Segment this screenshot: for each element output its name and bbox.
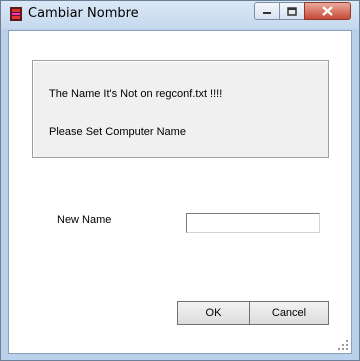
minimize-icon (263, 12, 271, 14)
minimize-button[interactable] (254, 2, 280, 20)
ok-button[interactable]: OK (177, 301, 250, 325)
window-title: Cambiar Nombre (28, 6, 139, 21)
dialog-client-area: The Name It's Not on regconf.txt !!!! Pl… (8, 30, 352, 354)
cancel-button[interactable]: Cancel (249, 301, 329, 325)
dialog-window: Cambiar Nombre The Name It's Not on regc… (0, 0, 360, 361)
close-icon (322, 6, 333, 16)
resize-grip-icon[interactable] (337, 339, 349, 351)
new-name-input[interactable] (186, 213, 320, 233)
message-line-1: The Name It's Not on regconf.txt !!!! (49, 88, 223, 100)
close-button[interactable] (304, 2, 351, 20)
title-bar[interactable]: Cambiar Nombre (1, 1, 359, 29)
maximize-button[interactable] (279, 2, 305, 20)
message-line-2: Please Set Computer Name (49, 126, 186, 138)
app-icon (8, 6, 24, 22)
new-name-label: New Name (57, 214, 112, 226)
message-group: The Name It's Not on regconf.txt !!!! Pl… (32, 60, 329, 158)
maximize-icon (287, 6, 297, 16)
